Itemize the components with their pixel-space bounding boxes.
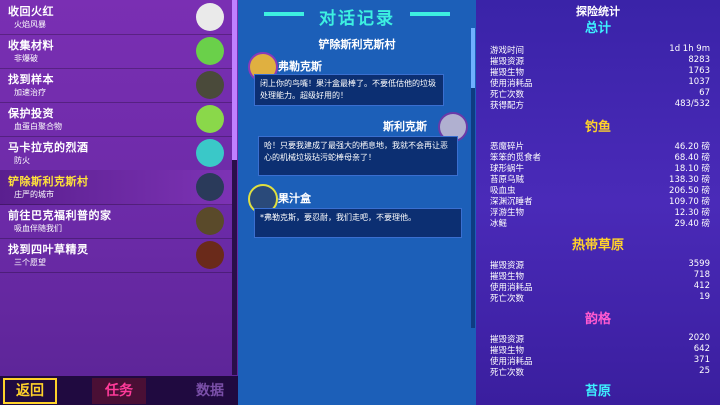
quest-subtitle: 三个愿望: [14, 258, 46, 267]
section-bawg: 韵格: [584, 312, 611, 327]
dialog-bubble: *弗勒克斯，要忍耐，我们走吧，不要理他。: [254, 208, 462, 238]
stat-row: 使用消耗品 1037: [490, 77, 710, 89]
dialog-location: 铲除斯利克斯村: [318, 38, 396, 51]
quest-subtitle: 加速治疗: [14, 88, 46, 97]
alien-icon: [196, 139, 224, 167]
ghost-icon: [196, 3, 224, 31]
quest-title: 找到四叶草精灵: [8, 243, 89, 256]
stat-row: 深渊沉睡者 109.70 磅: [490, 197, 710, 207]
dialog-scrollbar[interactable]: [471, 28, 475, 328]
stat-row: 摧毁资源 8283: [490, 55, 710, 67]
quest-item[interactable]: 找到四叶草精灵 三个愿望: [0, 238, 234, 273]
section-fishing: 钓鱼: [584, 120, 611, 135]
stat-row: 使用消耗品 371: [490, 355, 710, 367]
stat-row: 死亡次数 67: [490, 88, 710, 100]
task-tab[interactable]: 任务: [92, 378, 146, 404]
stat-row: 球形蜗牛 18.10 磅: [490, 164, 710, 174]
quest-title: 铲除斯利克斯村: [8, 175, 89, 188]
quest-item[interactable]: 收集材料 非爆破: [0, 34, 234, 69]
quest-subtitle: 非爆破: [14, 54, 38, 63]
quest-subtitle: 防火: [14, 156, 30, 165]
section-total: 总计: [584, 21, 611, 36]
stat-row: 吸血虫 206.50 磅: [490, 186, 710, 196]
quest-scrollbar[interactable]: [232, 0, 237, 375]
quest-item-selected[interactable]: 铲除斯利克斯村 庄严的城市: [0, 170, 234, 205]
quest-title: 保护投资: [8, 107, 54, 120]
stat-row: 恶魔碎片 46.20 磅: [490, 142, 710, 152]
dialog-bubble: 哈！只要我建成了最强大的栖息地，我就不会再让恶心的机械垃圾玷污蛇棒母亲了！: [258, 136, 458, 176]
quest-item[interactable]: 找到样本 加速治疗: [0, 68, 234, 103]
stat-row: 摧毁生物 1763: [490, 66, 710, 78]
speaker-name: 斯利克斯: [383, 120, 427, 133]
quest-title: 收集材料: [8, 39, 54, 52]
stat-row: 苔原乌贼 138.30 磅: [490, 175, 710, 185]
stat-row: 摧毁资源 3599: [490, 259, 710, 271]
clover-sprite-icon: [196, 241, 224, 269]
creature-icon: [196, 105, 224, 133]
stat-row: 摧毁生物 642: [490, 344, 710, 356]
stat-row: 获得配方 483/532: [490, 99, 710, 111]
back-tab[interactable]: 返回: [3, 378, 57, 404]
robot-icon: [196, 173, 224, 201]
stat-row: 摧毁生物 718: [490, 270, 710, 282]
dialog-panel: 对话记录 铲除斯利克斯村 弗勒克斯 闭上你的鸟嘴！果汁盒最棒了。不要低估他的垃圾…: [238, 0, 476, 405]
quest-title: 找到样本: [8, 73, 54, 86]
quest-title: 马卡拉克的烈酒: [8, 141, 89, 154]
stat-row: 死亡次数 25: [490, 366, 710, 378]
beast-icon: [196, 71, 224, 99]
section-tundra: 苔原: [584, 384, 611, 399]
quest-item[interactable]: 前往巴克福利普的家 吸血伴随我们: [0, 204, 234, 239]
quest-panel: 收回火红 火焰风暴 收集材料 非爆破 找到样本 加速治疗 保护投资 血蛋白聚合物…: [0, 0, 238, 405]
stat-row: 冰鳐 29.40 磅: [490, 219, 710, 229]
stat-row: 游戏时间 1d 1h 9m: [490, 44, 710, 56]
quest-subtitle: 庄严的城市: [14, 190, 54, 199]
quest-subtitle: 火焰风暴: [14, 20, 46, 29]
quest-subtitle: 吸血伴随我们: [14, 224, 62, 233]
stat-row: 摧毁资源 2020: [490, 333, 710, 345]
speaker-name: 弗勒克斯: [278, 60, 322, 73]
data-tab[interactable]: 数据: [183, 378, 237, 404]
stats-panel: 探险统计 总计 游戏时间 1d 1h 9m 摧毁资源 8283 摧毁生物 1763 使…: [476, 0, 720, 405]
quest-title: 收回火红: [8, 5, 54, 18]
speaker-name: 果汁盒: [278, 192, 311, 205]
stat-row: 笨笨的觅食者 68.40 磅: [490, 153, 710, 163]
bottom-tabs: 返回 任务 数据: [0, 376, 238, 405]
dialog-bubble: 闭上你的鸟嘴！果汁盒最棒了。不要低估他的垃圾处理能力。超级好用的！: [254, 74, 444, 106]
quest-item[interactable]: 保护投资 血蛋白聚合物: [0, 102, 234, 137]
dialog-title: 对话记录: [319, 9, 395, 29]
stat-row: 使用消耗品 412: [490, 281, 710, 293]
slime-icon: [196, 37, 224, 65]
section-savanna: 热带草原: [571, 238, 624, 253]
quest-subtitle: 血蛋白聚合物: [14, 122, 62, 131]
stat-row: 死亡次数 19: [490, 292, 710, 304]
quest-item[interactable]: 收回火红 火焰风暴: [0, 0, 234, 35]
quest-item[interactable]: 马卡拉克的烈酒 防火: [0, 136, 234, 171]
quest-title: 前往巴克福利普的家: [8, 209, 112, 222]
stat-row: 浮游生物 12.30 磅: [490, 208, 710, 218]
bat-icon: [196, 207, 224, 235]
